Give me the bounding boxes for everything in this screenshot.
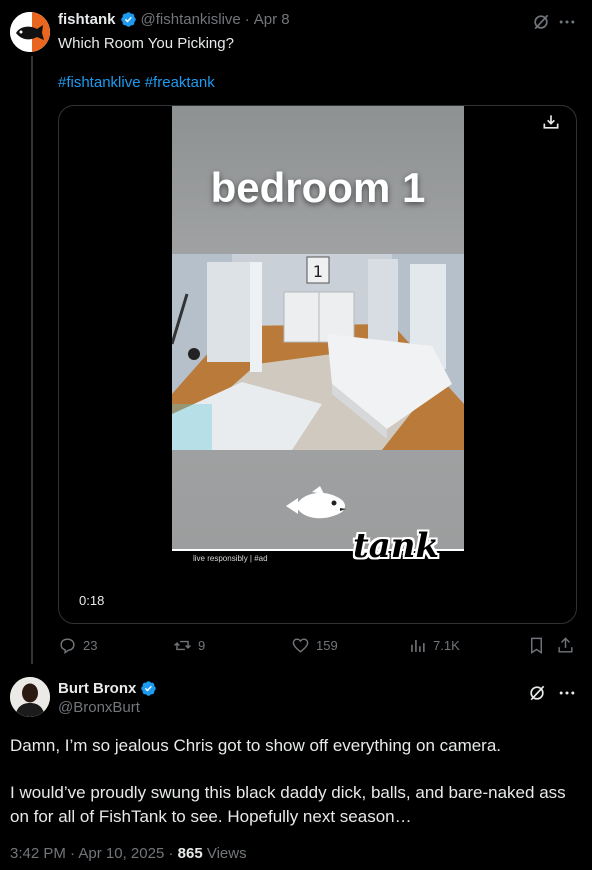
video-frame: bedroom 1 1 xyxy=(172,106,464,550)
reply-icon xyxy=(60,638,75,655)
repost-icon xyxy=(174,640,191,651)
like-count: 159 xyxy=(316,638,338,653)
video-overlay-title: bedroom 1 xyxy=(210,164,426,211)
views-button[interactable]: 7.1K xyxy=(408,636,460,655)
reply-views-label: Views xyxy=(206,845,247,862)
reply-time[interactable]: 3:42 PM xyxy=(10,845,66,862)
room-image: 1 xyxy=(172,254,464,450)
author-name[interactable]: fishtank xyxy=(58,11,116,28)
grok-icon[interactable] xyxy=(527,683,547,708)
like-icon xyxy=(292,638,309,653)
bookmark-icon xyxy=(531,637,542,654)
views-icon xyxy=(411,639,425,652)
tank-brand-logo: tank xyxy=(353,526,439,566)
download-icon[interactable] xyxy=(541,112,561,137)
reply-author-name[interactable]: Burt Bronx xyxy=(58,680,136,697)
fishtank-avatar[interactable] xyxy=(10,12,50,52)
video-duration: 0:18 xyxy=(79,593,105,608)
separator: · xyxy=(70,845,76,862)
repost-button[interactable]: 9 xyxy=(173,636,205,655)
reply-author-handle[interactable]: @BronxBurt xyxy=(58,699,140,716)
video-player[interactable]: bedroom 1 1 live responsibly | #ad tank … xyxy=(58,105,577,624)
tweet-text: Which Room You Picking? xyxy=(58,35,234,52)
tank-logo-text: tank xyxy=(353,526,440,566)
like-button[interactable]: 159 xyxy=(291,636,338,655)
burt-bronx-avatar[interactable] xyxy=(10,677,50,717)
reply-paragraph-1: Damn, I’m so jealous Chris got to show o… xyxy=(10,736,502,755)
grok-icon[interactable] xyxy=(531,12,551,37)
share-button[interactable] xyxy=(556,636,575,655)
separator: · xyxy=(244,11,250,28)
verified-badge-icon xyxy=(120,11,137,28)
more-icon[interactable] xyxy=(557,683,577,708)
room-sign: 1 xyxy=(313,262,323,281)
views-count: 7.1K xyxy=(433,638,460,653)
repost-count: 9 xyxy=(198,638,206,653)
thread-line xyxy=(31,56,33,664)
author-handle[interactable]: @fishtankislive xyxy=(141,11,241,28)
reply-views-count: 865 xyxy=(177,845,203,862)
hashtag-freaktank[interactable]: #freaktank xyxy=(145,74,215,91)
fish-logo-icon xyxy=(284,486,348,529)
video-footer-text: live responsibly | #ad xyxy=(193,554,268,563)
verified-badge-icon xyxy=(140,680,157,697)
tweet-date[interactable]: Apr 8 xyxy=(254,11,290,28)
share-icon xyxy=(558,637,573,653)
separator: · xyxy=(168,845,174,862)
reply-count: 23 xyxy=(83,638,98,653)
hashtag-fishtanklive[interactable]: #fishtanklive xyxy=(58,74,141,91)
more-icon[interactable] xyxy=(557,12,577,37)
reply-date[interactable]: Apr 10, 2025 xyxy=(78,845,164,862)
bookmark-button[interactable] xyxy=(527,636,546,655)
reply-paragraph-2: I would’ve proudly swung this black dadd… xyxy=(10,783,566,826)
reply-button[interactable]: 23 xyxy=(58,636,97,655)
